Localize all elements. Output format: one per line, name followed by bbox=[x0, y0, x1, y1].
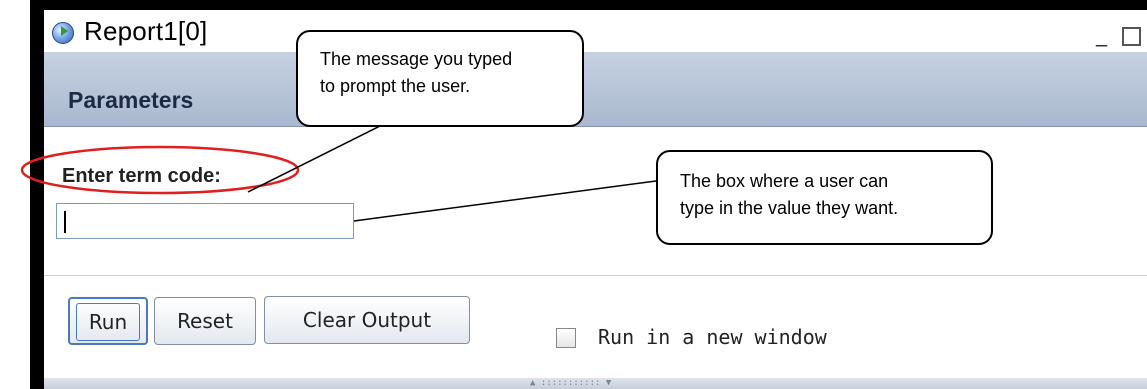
box-leader-line bbox=[353, 180, 657, 222]
splitter-handle[interactable]: ▲ ::::::::::: ▼ bbox=[530, 378, 611, 388]
message-leader-line bbox=[247, 125, 381, 193]
window-frame-top bbox=[30, 0, 1147, 10]
new-window-checkbox[interactable] bbox=[556, 328, 576, 348]
term-code-input[interactable] bbox=[56, 203, 354, 239]
message-callout-line-2: to prompt the user. bbox=[320, 76, 471, 96]
message-callout-line-1: The message you typed bbox=[320, 49, 513, 69]
parameters-title: Parameters bbox=[68, 87, 194, 113]
input-box-callout-line-2: type in the value they want. bbox=[680, 198, 899, 218]
run-button-label: Run bbox=[76, 303, 140, 341]
input-box-callout-line-1: The box where a user can bbox=[680, 171, 889, 191]
window-title: Report1[0] bbox=[84, 16, 208, 46]
text-cursor bbox=[64, 211, 66, 233]
prompt-label: Enter term code: bbox=[62, 165, 221, 187]
reset-button[interactable]: Reset bbox=[154, 297, 256, 345]
input-box-callout: The box where a user can type in the val… bbox=[656, 150, 993, 245]
new-window-checkbox-label[interactable]: Run in a new window bbox=[598, 325, 827, 349]
clear-output-button[interactable]: Clear Output bbox=[264, 296, 470, 344]
message-callout: The message you typed to prompt the user… bbox=[296, 30, 584, 127]
section-divider bbox=[44, 275, 1147, 276]
minimize-icon[interactable]: _ bbox=[1096, 24, 1107, 46]
maximize-icon[interactable] bbox=[1122, 27, 1141, 46]
window-frame-left bbox=[30, 0, 44, 389]
report-globe-icon bbox=[52, 22, 74, 44]
title-bar: Report1[0] _ bbox=[44, 10, 1147, 53]
parameters-header: Parameters bbox=[44, 53, 1147, 127]
run-button[interactable]: Run bbox=[68, 297, 148, 345]
